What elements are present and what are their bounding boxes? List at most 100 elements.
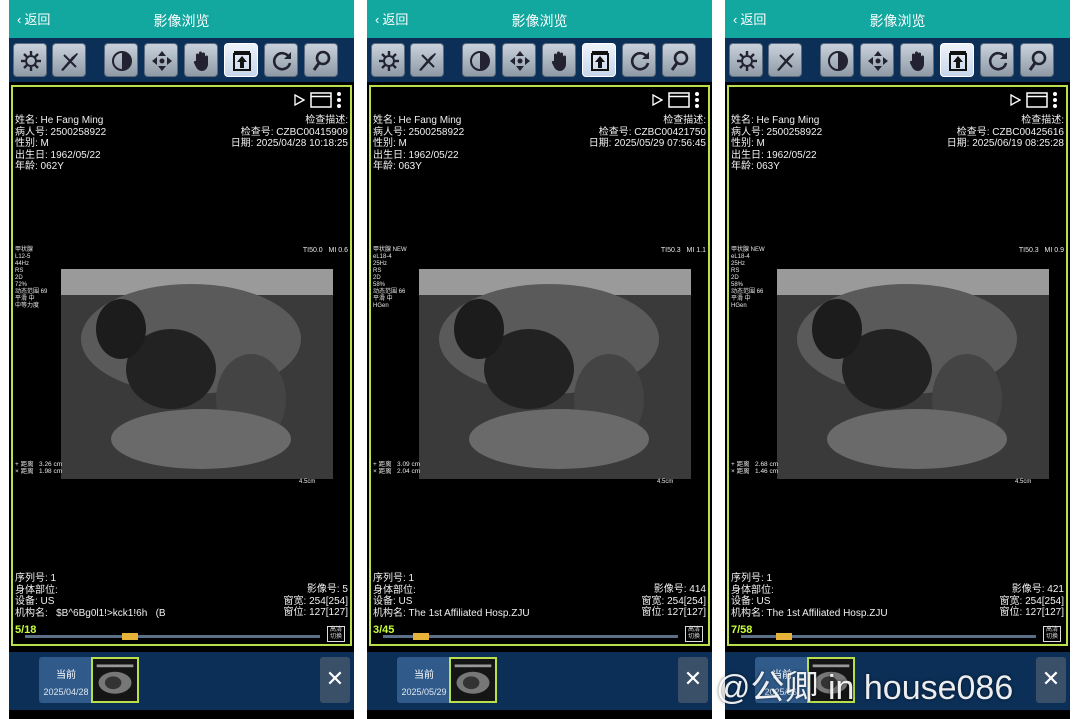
exam-info: 检查描述: 检查号: CZBC00425616 日期: 2025/06/19 08:… [947,115,1064,150]
close-button[interactable]: ✕ [320,657,350,703]
contrast-icon[interactable] [820,43,854,77]
app-header: ‹ 返回 影像浏览 [9,0,354,38]
hand-icon[interactable] [542,43,576,77]
window-width: 窗宽: 254[254] [641,595,706,607]
series-device: 设备: US [731,596,771,607]
measurements: + 距离 3.09 cm × 距离 2.04 cm [373,461,421,475]
export-icon[interactable] [940,43,974,77]
export-icon[interactable] [582,43,616,77]
scalpel-icon[interactable] [410,43,444,77]
us-params: 甲状腺 L12-5 44Hz RS 2D 72% 动态范围 69 平滑 中 中等… [15,247,48,309]
exam-no: 检查号: CZBC00415909 [240,126,348,138]
window-level: 窗位: 127[127] [283,607,348,618]
hd-toggle[interactable]: 高清 切换 [1043,626,1061,642]
image-viewport[interactable]: 姓名: He Fang Ming 病人号: 2500258922 性别: M 出生日:… [11,85,352,646]
patient-info: 姓名: He Fang Ming 病人号: 2500258922 性别: M 出生日:… [731,115,822,173]
more-icon[interactable] [694,91,700,109]
magnify-icon[interactable] [1020,43,1054,77]
close-button[interactable]: ✕ [1036,657,1066,703]
move-icon[interactable] [144,43,178,77]
series-device: 设备: US [15,596,55,607]
more-icon[interactable] [1052,91,1058,109]
gear-icon[interactable] [13,43,47,77]
patient-id: 病人号: 2500258922 [731,126,823,138]
rotate-icon[interactable] [264,43,298,77]
page-title: 影像浏览 [153,13,210,29]
exam-date: 日期: 2025/04/28 10:18:25 [230,138,348,149]
window-level: 窗位: 127[127] [999,607,1064,618]
us-tissue-4 [111,409,291,469]
series-thumbnail[interactable] [91,657,139,703]
scalpel-icon[interactable] [52,43,86,77]
exam-date: 日期: 2025/05/29 07:56:45 [588,138,706,149]
play-icon[interactable] [293,94,306,106]
play-icon[interactable] [651,94,664,106]
ultrasound-image [61,269,333,479]
more-icon[interactable] [336,91,342,109]
exam-info: 检查描述: 检查号: CZBC00421750 日期: 2025/05/29 07:… [589,115,706,150]
magnify-icon[interactable] [662,43,696,77]
current-study-button[interactable]: 当前 2025/04/28 [39,657,93,703]
image-viewport[interactable]: 姓名: He Fang Ming 病人号: 2500258922 性别: M 出生日:… [369,85,710,646]
viewer-panel-1: ‹ 返回 影像浏览 姓名: He Fang Ming 病人号: 2500258922… [9,0,354,719]
export-icon[interactable] [224,43,258,77]
patient-dob: 出生日: 1962/05/22 [15,149,101,161]
current-study-button[interactable]: 当前 2025/05/29 [397,657,451,703]
layout-icon[interactable] [1025,92,1048,108]
series-info: 序列号: 1 身体部位: 设备: US 机构名: The 1st Affiliated… [731,573,888,619]
slider-thumb[interactable] [776,633,793,640]
us-index: TI50.3 MI 1.1 [660,247,706,254]
patient-id: 病人号: 2500258922 [15,126,107,138]
series-device: 设备: US [373,596,413,607]
patient-name: 姓名: He Fang Ming [15,115,104,126]
gear-icon[interactable] [729,43,763,77]
us-index: TI50.3 MI 0.9 [1018,247,1064,254]
patient-sex: 性别: M [373,138,407,149]
image-info: 影像号: 421 窗宽: 254[254] 窗位: 127[127] [1000,584,1064,619]
play-icon[interactable] [1009,94,1022,106]
exam-desc: 检查描述: [1021,115,1064,126]
hd-toggle[interactable]: 高清 切换 [327,626,345,642]
depth-label: 4.5cm [299,479,316,485]
image-viewport[interactable]: 姓名: He Fang Ming 病人号: 2500258922 性别: M 出生日:… [727,85,1068,646]
rotate-icon[interactable] [980,43,1014,77]
viewer-controls [651,91,700,109]
layout-icon[interactable] [667,92,690,108]
move-icon[interactable] [860,43,894,77]
patient-age: 年龄: 063Y [373,161,422,172]
magnify-icon[interactable] [304,43,338,77]
gear-icon[interactable] [371,43,405,77]
series-inst: 机构名: The 1st Affiliated Hosp.ZJU [373,607,530,619]
measurements: + 距离 3.26 cm × 距离 1.98 cm [15,461,63,475]
series-info: 序列号: 1 身体部位: 设备: US 机构名: $B^6Bg0l1!>kck1!6h… [15,573,166,619]
study-date: 2025/05/29 [401,687,447,697]
hd-toggle[interactable]: 高清 切换 [685,626,703,642]
rotate-icon[interactable] [622,43,656,77]
image-no: 影像号: 5 [306,584,348,595]
frame-slider[interactable] [741,633,1036,640]
hand-icon[interactable] [900,43,934,77]
contrast-icon[interactable] [104,43,138,77]
hand-icon[interactable] [184,43,218,77]
contrast-icon[interactable] [462,43,496,77]
us-tissue-4 [827,409,1007,469]
scalpel-icon[interactable] [768,43,802,77]
ultrasound-image [777,269,1049,479]
frame-slider[interactable] [383,633,678,640]
close-button[interactable]: ✕ [678,657,708,703]
patient-age: 年龄: 063Y [731,161,780,172]
slider-thumb[interactable] [122,633,139,640]
thumbnail-strip: 当前 2025/05/29 ✕ [367,652,712,710]
exam-desc: 检查描述: [305,115,348,126]
series-inst: 机构名: $B^6Bg0l1!>kck1!6h (B [15,607,166,619]
layout-icon[interactable] [309,92,332,108]
viewer-controls [1009,91,1058,109]
move-icon[interactable] [502,43,536,77]
series-thumbnail[interactable] [449,657,497,703]
slider-thumb[interactable] [412,633,429,640]
patient-sex: 性别: M [731,138,765,149]
viewer-panel-2: ‹ 返回 影像浏览 姓名: He Fang Ming 病人号: 2500258922… [367,0,712,719]
frame-slider[interactable] [25,633,320,640]
image-info: 影像号: 5 窗宽: 254[254] 窗位: 127[127] [284,584,348,619]
series-seq: 序列号: 1 [15,573,57,584]
